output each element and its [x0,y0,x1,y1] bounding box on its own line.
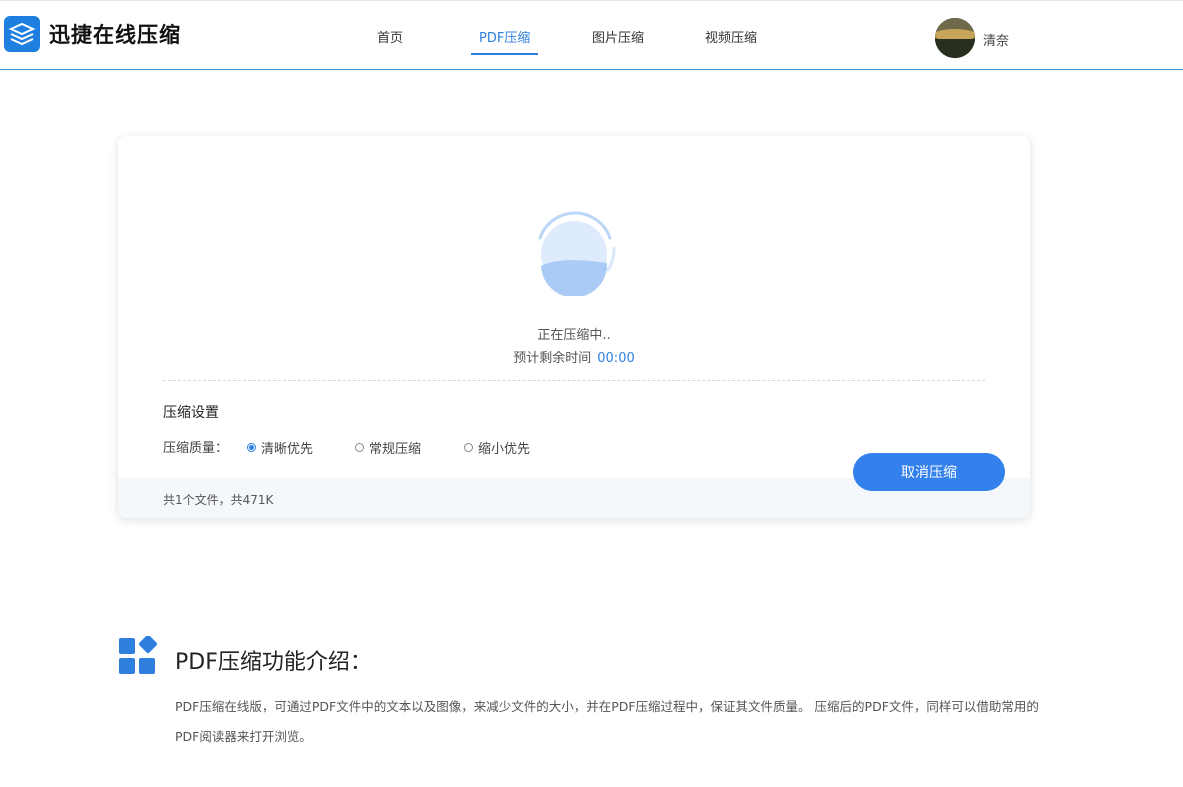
file-summary: 共1个文件，共471K [163,493,274,507]
loading-spinner-icon [538,211,616,296]
settings-title: 压缩设置 [163,405,219,421]
quality-option-clear[interactable]: 清晰优先 [247,438,313,457]
cancel-compress-button[interactable]: 取消压缩 [853,453,1005,491]
nav-video-compress[interactable]: 视频压缩 [705,27,757,46]
quality-option-small[interactable]: 缩小优先 [464,438,530,457]
quality-option-label: 常规压缩 [369,442,422,457]
remaining-time-label: 预计剩余时间 [513,351,592,366]
logo-text: 迅捷在线压缩 [49,23,181,47]
remaining-time-row: 预计剩余时间 00:00 [118,347,1030,366]
quality-label: 压缩质量： [163,441,229,456]
radio-checked-icon [247,443,256,452]
compress-progress-card: 正在压缩中.. 预计剩余时间 00:00 压缩设置 压缩质量： 清晰优先 常规压缩… [118,136,1030,518]
active-tab-indicator [471,53,538,55]
compress-status: 正在压缩中.. [537,328,611,343]
username[interactable]: 清奈 [983,30,1009,49]
nav-home[interactable]: 首页 [377,27,403,46]
quality-option-label: 缩小优先 [478,442,531,457]
divider [163,380,985,381]
site-logo[interactable]: 迅捷在线压缩 [4,16,181,52]
intro-text: PDF压缩在线版，可通过PDF文件中的文本以及图像，来减少文件的大小，并在PDF… [175,699,1039,744]
logo-icon [4,16,40,52]
intro-title: PDF压缩功能介绍： [175,650,372,675]
user-avatar[interactable] [935,18,975,58]
feature-grid-icon [119,636,158,674]
top-header: 迅捷在线压缩 首页 PDF压缩 图片压缩 视频压缩 清奈 [0,0,1183,70]
nav-pdf-compress[interactable]: PDF压缩 [479,27,530,46]
remaining-time-value: 00:00 [597,351,635,366]
radio-unchecked-icon [464,443,473,452]
radio-unchecked-icon [355,443,364,452]
nav-image-compress[interactable]: 图片压缩 [592,27,644,46]
quality-option-label: 清晰优先 [261,442,314,457]
quality-option-normal[interactable]: 常规压缩 [355,438,421,457]
